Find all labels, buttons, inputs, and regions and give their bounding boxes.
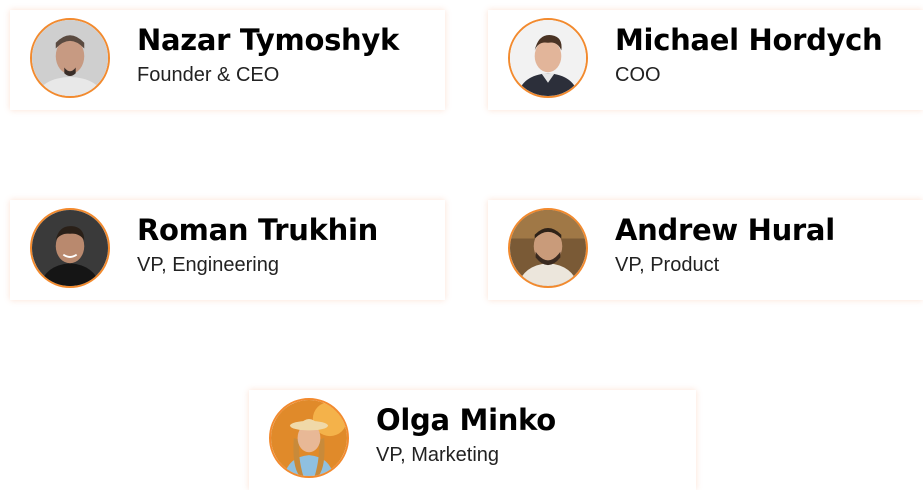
- team-member-card: Michael Hordych COO: [488, 10, 923, 110]
- member-role: Founder & CEO: [137, 64, 280, 86]
- portrait-photo: [510, 20, 586, 96]
- member-name: Roman Trukhin: [137, 213, 378, 247]
- avatar: [30, 208, 110, 288]
- member-name: Nazar Tymoshyk: [137, 23, 399, 57]
- avatar: [269, 398, 349, 478]
- team-member-card: Olga Minko VP, Marketing: [249, 390, 696, 490]
- portrait-photo: [271, 400, 347, 476]
- team-member-card: Roman Trukhin VP, Engineering: [10, 200, 445, 300]
- team-member-card: Andrew Hural VP, Product: [488, 200, 923, 300]
- member-role: VP, Engineering: [137, 254, 279, 276]
- member-role: VP, Product: [615, 254, 720, 276]
- portrait-photo: [32, 20, 108, 96]
- member-name: Michael Hordych: [615, 23, 883, 57]
- member-name: Olga Minko: [376, 403, 556, 437]
- avatar: [508, 18, 588, 98]
- team-page: Nazar Tymoshyk Founder & CEO Michael Hor…: [0, 0, 923, 490]
- portrait-photo: [32, 210, 108, 286]
- team-member-card: Nazar Tymoshyk Founder & CEO: [10, 10, 445, 110]
- member-role: COO: [615, 64, 661, 86]
- portrait-photo: [510, 210, 586, 286]
- avatar: [30, 18, 110, 98]
- avatar: [508, 208, 588, 288]
- member-role: VP, Marketing: [376, 444, 500, 466]
- member-name: Andrew Hural: [615, 213, 835, 247]
